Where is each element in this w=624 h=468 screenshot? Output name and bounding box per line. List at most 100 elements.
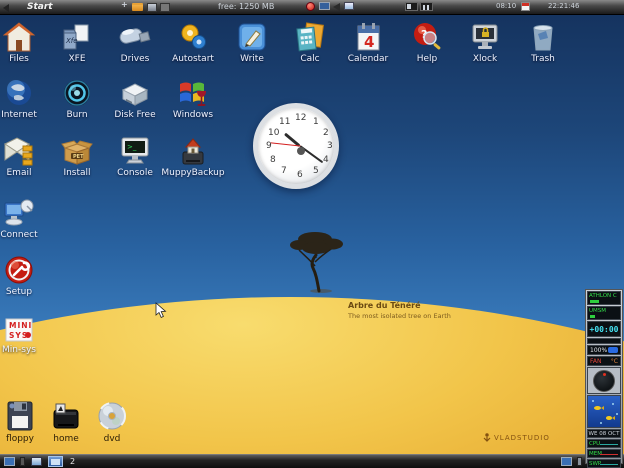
- monitor-uptime-panel: +00:00: [587, 321, 621, 337]
- desktop-icon-install[interactable]: PET Install: [49, 134, 105, 178]
- icon-label: Trash: [515, 54, 571, 64]
- desktop-icon-internet[interactable]: Internet: [0, 76, 47, 120]
- dial-knob: [593, 370, 615, 392]
- credit-text: VLADSTUDIO: [494, 434, 550, 442]
- desktop-icon-setup[interactable]: Setup: [0, 253, 47, 297]
- calendar-tray-icon[interactable]: [521, 2, 530, 11]
- monitor-sys-panel: UMSM: [587, 306, 621, 320]
- desktop-icon-diskfree[interactable]: Disk Free: [107, 76, 163, 120]
- desktop-icon-trash[interactable]: Trash: [515, 20, 571, 64]
- display-tray-icon[interactable]: [319, 2, 330, 10]
- calendar-icon: 4: [340, 20, 396, 52]
- window-tray-icon[interactable]: [147, 3, 157, 12]
- start-button[interactable]: Start: [27, 2, 53, 12]
- workspace-indicator[interactable]: 2: [70, 457, 75, 466]
- icon-label: Calc: [282, 54, 338, 64]
- task-icon-image[interactable]: [31, 457, 42, 466]
- icon-label: Drives: [107, 54, 163, 64]
- windows-wine-icon: [165, 76, 221, 108]
- workspace-pager-1[interactable]: [405, 2, 418, 11]
- icon-label: Install: [49, 168, 105, 178]
- pet-box-icon: PET: [49, 134, 105, 166]
- desktop-icon-console[interactable]: >_ Console: [107, 134, 163, 178]
- icon-label: Min-sys: [0, 345, 47, 355]
- clock-number: 4: [323, 155, 329, 165]
- icon-label: Setup: [0, 287, 47, 297]
- aquarium-panel: [587, 395, 621, 428]
- start-globe-icon[interactable]: [13, 2, 23, 12]
- clock-number: 8: [270, 155, 276, 165]
- free-memory-label: free: 1250 MB: [218, 2, 274, 11]
- dial-marker: [603, 373, 606, 376]
- wallpaper-subtitle: The most isolated tree on Earth: [348, 312, 451, 320]
- analog-clock-widget[interactable]: 12 1 2 3 4 5 6 7 8 9 10 11: [253, 103, 339, 189]
- desktop-icon-xfe[interactable]: Xfe XFE: [49, 20, 105, 64]
- clock-number: 2: [323, 128, 329, 138]
- calculator-icon: [282, 20, 338, 52]
- add-icon[interactable]: +: [121, 0, 128, 9]
- icon-label: Connect: [0, 230, 47, 240]
- desktop-icon-calendar[interactable]: 4 Calendar: [340, 20, 396, 64]
- workspace-pager-2[interactable]: [420, 2, 433, 11]
- desktop-icon-minsys[interactable]: MINISYS Min-sys: [0, 311, 47, 355]
- globe-icon: [0, 76, 47, 108]
- icon-label: Xlock: [457, 54, 513, 64]
- desktop-icon-windows[interactable]: Windows: [165, 76, 221, 120]
- icon-label: Burn: [49, 110, 105, 120]
- clock-number: 7: [281, 166, 287, 176]
- lock-screen-icon: [457, 20, 513, 52]
- desktop-icon-files[interactable]: Files: [0, 20, 47, 64]
- collapse-arrow-icon[interactable]: [3, 4, 9, 12]
- load-value: 100%: [590, 347, 607, 354]
- system-monitor[interactable]: ATHLON C UMSM +00:00 100% FAN°C WE 08 OC…: [585, 289, 623, 464]
- trash-icon: [515, 20, 571, 52]
- active-task-button[interactable]: [48, 456, 63, 467]
- tray-icon-handle[interactable]: [577, 457, 582, 466]
- top-taskbar: Start + free: 1250 MB 08:10 22:21:46: [0, 0, 624, 15]
- monitor-load-panel: 100%: [587, 345, 621, 355]
- desktop-icon-write[interactable]: Write: [224, 20, 280, 64]
- task-icon-drive[interactable]: [20, 457, 25, 466]
- desktop-icon-burn[interactable]: Burn: [49, 76, 105, 120]
- desktop-icon-xlock[interactable]: Xlock: [457, 20, 513, 64]
- screenshot-tray-icon[interactable]: [344, 2, 354, 10]
- svg-text:4: 4: [364, 33, 374, 51]
- icon-label: Write: [224, 54, 280, 64]
- drawer-tray-icon[interactable]: [160, 3, 170, 12]
- mini-sys-icon: MINISYS: [0, 311, 47, 343]
- dvd-disc-icon: [84, 400, 140, 432]
- desktop-icon-connect[interactable]: Connect: [0, 196, 47, 240]
- icon-label: Disk Free: [107, 110, 163, 120]
- desktop-icon-drives[interactable]: Drives: [107, 20, 163, 64]
- backup-house-icon: [158, 134, 228, 166]
- icon-label: Files: [0, 54, 47, 64]
- desktop-icon-muppybackup[interactable]: MuppyBackup: [158, 134, 228, 178]
- desktop-icon-dvd[interactable]: dvd: [84, 400, 140, 444]
- desktop-icon-autostart[interactable]: Autostart: [165, 20, 221, 64]
- desktop-icon-email[interactable]: Email: [0, 134, 47, 178]
- wrench-icon: [0, 253, 47, 285]
- fish-icon: [594, 406, 601, 410]
- icon-label: Email: [0, 168, 47, 178]
- sys-label: UMSM: [588, 307, 620, 314]
- mouse-cursor: [155, 302, 167, 319]
- volume-tray-icon[interactable]: [333, 3, 340, 11]
- folder-tray-icon[interactable]: [132, 3, 143, 11]
- icon-label: Windows: [165, 110, 221, 120]
- help-sphere-icon: ?: [399, 20, 455, 52]
- tray-icon-display[interactable]: [561, 457, 572, 466]
- monitor-row-swp: SWP: [587, 459, 621, 468]
- tenere-tree: [288, 228, 348, 294]
- active-task-icon: [51, 459, 60, 465]
- temp-gradient-bar: [587, 338, 621, 344]
- desktop-icon-help[interactable]: ? Help: [399, 20, 455, 64]
- uptime-value: +00:00: [588, 322, 620, 336]
- monitor-dial-panel[interactable]: [587, 367, 621, 394]
- icon-label: MuppyBackup: [158, 168, 228, 178]
- record-tray-icon[interactable]: [306, 2, 315, 11]
- svg-text:>_: >_: [127, 143, 137, 151]
- task-icon-display[interactable]: [4, 457, 15, 466]
- clock-number: 5: [313, 166, 319, 176]
- desktop-icon-calc[interactable]: Calc: [282, 20, 338, 64]
- monitor-temp-panel: FAN°C: [587, 356, 621, 366]
